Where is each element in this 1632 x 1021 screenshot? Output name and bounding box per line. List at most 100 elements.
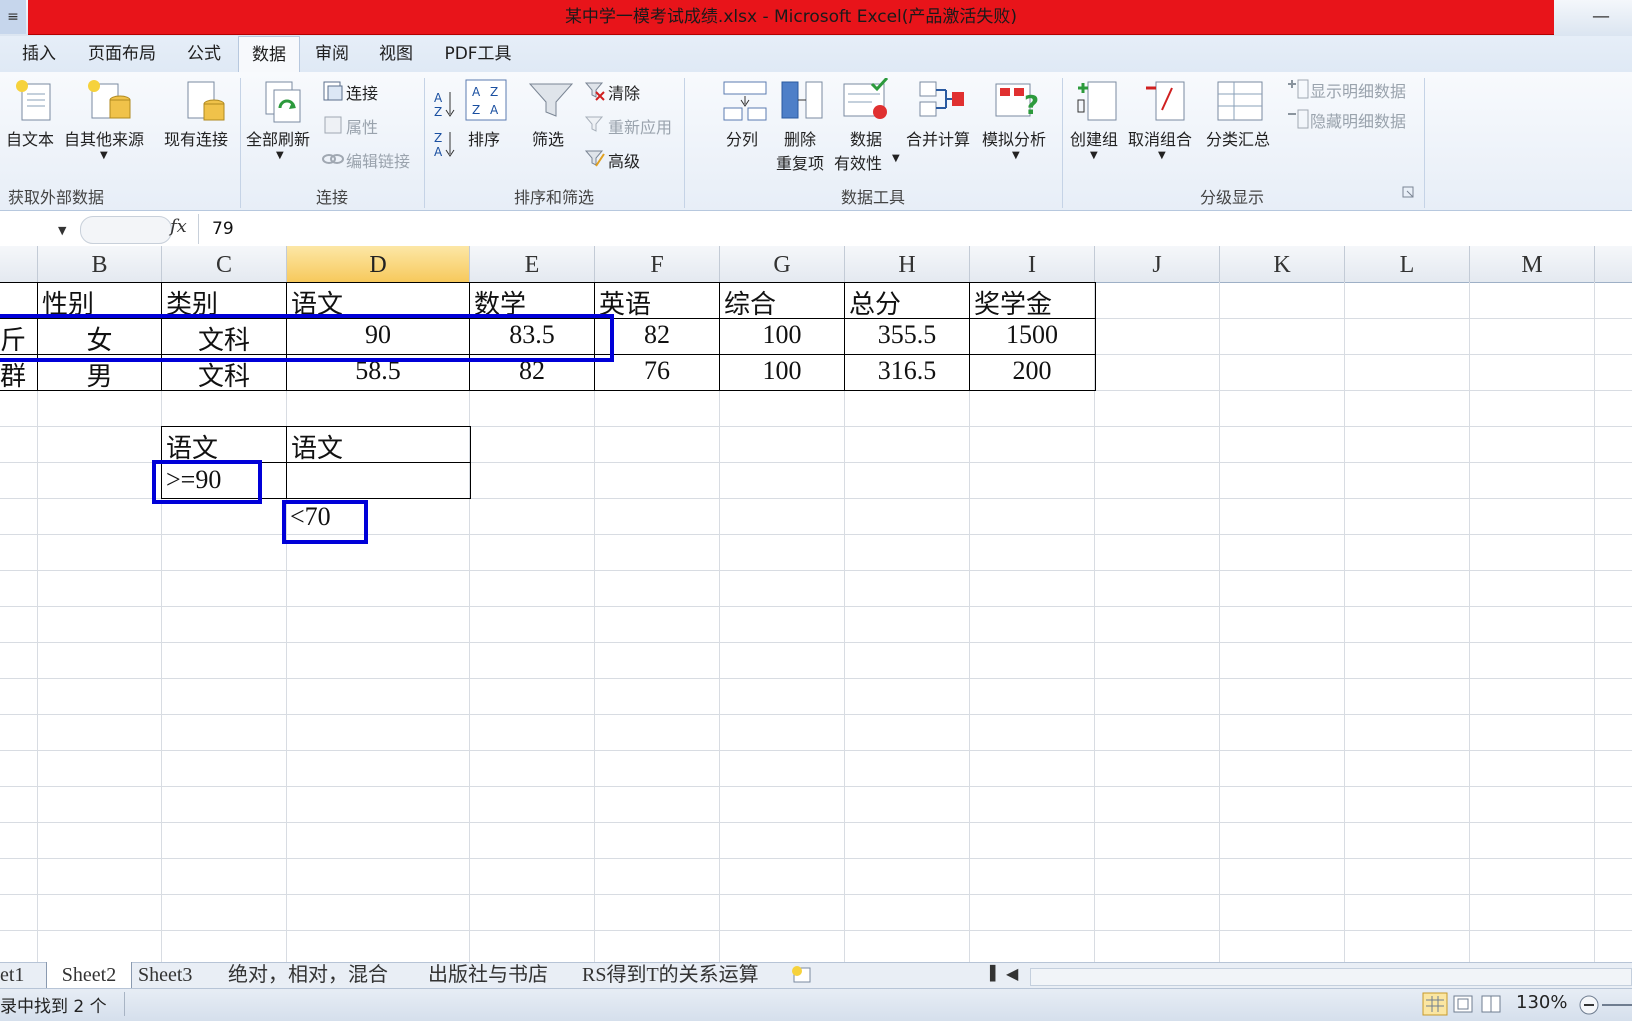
horizontal-scrollbar[interactable]: [1030, 968, 1632, 986]
chevron-down-icon[interactable]: ▼: [100, 150, 108, 161]
column-header-b[interactable]: B: [38, 246, 162, 282]
reapply-button[interactable]: 重新应用: [608, 114, 672, 138]
column-header-m[interactable]: M: [1470, 246, 1595, 282]
refresh-all-button[interactable]: 全部刷新: [246, 126, 310, 150]
tab-data[interactable]: 数据: [238, 36, 300, 73]
svg-text:Z: Z: [434, 131, 442, 145]
edit-links-button[interactable]: 编辑链接: [346, 148, 410, 172]
column-header-i[interactable]: I: [970, 246, 1095, 282]
formula-bar: [0, 212, 1632, 247]
scroll-bar-handle[interactable]: ▌: [990, 966, 1001, 982]
group-label-data-tools: 数据工具: [840, 188, 905, 207]
table-cell[interactable]: 355.5: [845, 320, 969, 350]
chevron-down-icon[interactable]: ▼: [892, 153, 900, 164]
grid-line: [0, 642, 1632, 643]
status-message: 录中找到 2 个: [0, 997, 107, 1017]
tab-view[interactable]: 视图: [368, 36, 424, 72]
table-cell[interactable]: 100: [720, 356, 844, 386]
chevron-down-icon[interactable]: ▼: [1012, 150, 1020, 161]
chevron-down-icon[interactable]: ▼: [1158, 150, 1166, 161]
tab-review[interactable]: 审阅: [304, 36, 360, 72]
other-sources-button[interactable]: 自其他来源: [64, 126, 144, 150]
insert-function-icon[interactable]: fx: [170, 216, 187, 237]
formula-input[interactable]: 79: [212, 219, 234, 239]
insert-sheet-icon[interactable]: [790, 964, 814, 986]
column-header-c[interactable]: C: [162, 246, 287, 282]
column-header-d[interactable]: D: [287, 246, 470, 282]
tab-pdf-tools[interactable]: PDF工具: [434, 36, 522, 72]
page-break-preview-icon[interactable]: [1480, 994, 1502, 1014]
svg-text:Z: Z: [490, 85, 498, 99]
from-text-button[interactable]: 自文本: [6, 126, 54, 150]
status-divider: [124, 992, 125, 1016]
table-cell[interactable]: 100: [720, 320, 844, 350]
quick-access-menu-icon[interactable]: ≡: [0, 0, 26, 34]
zoom-slider[interactable]: [1602, 1004, 1632, 1006]
scroll-left-icon[interactable]: ◀: [1006, 964, 1018, 983]
chevron-down-icon[interactable]: ▼: [276, 150, 284, 161]
dialog-launcher-icon[interactable]: [1402, 186, 1416, 200]
show-detail-button[interactable]: 显示明细数据: [1310, 78, 1406, 102]
formula-bar-handle[interactable]: [80, 216, 172, 244]
filter-icon: [528, 83, 574, 117]
column-header-f[interactable]: F: [595, 246, 720, 282]
consolidate-button[interactable]: 合并计算: [906, 126, 970, 150]
svg-text:Z: Z: [472, 103, 480, 117]
column-header-h[interactable]: H: [845, 246, 970, 282]
table-cell[interactable]: 316.5: [845, 356, 969, 386]
filter-button[interactable]: 筛选: [532, 126, 564, 150]
ungroup-button[interactable]: 取消组合: [1128, 126, 1192, 150]
column-header-a[interactable]: [0, 246, 38, 282]
header-comprehensive[interactable]: 综合: [724, 284, 776, 321]
sheet-tab-sheet3[interactable]: Sheet3: [138, 962, 192, 988]
existing-connections-button[interactable]: 现有连接: [164, 126, 228, 150]
column-header-j[interactable]: J: [1095, 246, 1220, 282]
name-box-dropdown-icon[interactable]: ▼: [58, 224, 66, 237]
data-validation-label-1[interactable]: 数据: [850, 126, 882, 150]
column-header-e[interactable]: E: [470, 246, 595, 282]
column-header-n[interactable]: [1595, 246, 1632, 282]
column-header-g[interactable]: G: [720, 246, 845, 282]
sort-button[interactable]: 排序: [468, 126, 500, 150]
hide-detail-button[interactable]: 隐藏明细数据: [1310, 108, 1406, 132]
remove-duplicates-label-2[interactable]: 重复项: [776, 150, 824, 174]
tab-formulas[interactable]: 公式: [176, 36, 232, 72]
connections-button[interactable]: 连接: [346, 80, 378, 104]
zoom-out-icon[interactable]: [1578, 994, 1600, 1016]
remove-duplicates-label-1[interactable]: 删除: [784, 126, 816, 150]
normal-view-icon[interactable]: [1422, 992, 1448, 1016]
table-cell[interactable]: 1500: [970, 320, 1094, 350]
tab-page-layout[interactable]: 页面布局: [76, 36, 168, 72]
what-if-analysis-button[interactable]: 模拟分析: [982, 126, 1046, 150]
zoom-level[interactable]: 130%: [1516, 992, 1567, 1013]
page-layout-view-icon[interactable]: [1452, 994, 1474, 1014]
grid-line: [0, 786, 1632, 787]
sheet-tab-publisher-bookstore[interactable]: 出版社与书店: [428, 962, 548, 988]
sheet-tab-sheet1[interactable]: et1: [0, 962, 24, 988]
data-validation-label-2[interactable]: 有效性: [834, 150, 882, 174]
header-scholarship[interactable]: 奖学金: [974, 284, 1052, 321]
reapply-icon: [584, 116, 604, 132]
chevron-down-icon[interactable]: ▼: [1090, 150, 1098, 161]
hide-detail-icon: [1288, 109, 1309, 129]
subtotal-button[interactable]: 分类汇总: [1206, 126, 1270, 150]
properties-button[interactable]: 属性: [346, 114, 378, 138]
grid-line: [0, 606, 1632, 607]
tab-insert[interactable]: 插入: [10, 36, 68, 72]
minimize-button[interactable]: —: [1586, 4, 1616, 30]
sheet-tab-abs-rel-mixed[interactable]: 绝对，相对，混合: [228, 962, 388, 988]
sheet-tab-sheet2[interactable]: Sheet2: [46, 962, 132, 988]
clear-button[interactable]: 清除: [608, 80, 640, 104]
text-to-columns-button[interactable]: 分列: [726, 126, 758, 150]
refresh-all-icon: [265, 81, 301, 123]
table-cell[interactable]: 200: [970, 356, 1094, 386]
criteria-header-2[interactable]: 语文: [291, 428, 343, 465]
advanced-button[interactable]: 高级: [608, 148, 640, 172]
header-total[interactable]: 总分: [849, 284, 901, 321]
column-header-l[interactable]: L: [1345, 246, 1470, 282]
status-bar: [0, 988, 1632, 1021]
group-button[interactable]: 创建组: [1070, 126, 1118, 150]
column-header-k[interactable]: K: [1220, 246, 1345, 282]
sheet-tab-relational-op[interactable]: RS得到T的关系运算: [582, 962, 759, 988]
svg-text:A: A: [472, 85, 481, 99]
